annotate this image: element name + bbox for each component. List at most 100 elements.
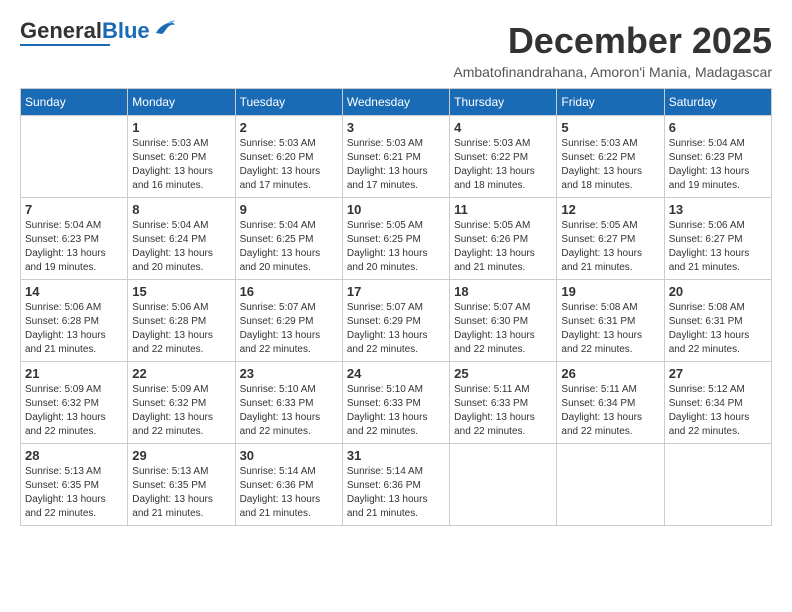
calendar-week-row: 14 Sunrise: 5:06 AM Sunset: 6:28 PM Dayli… bbox=[21, 280, 772, 362]
day-info: Sunrise: 5:05 AM Sunset: 6:27 PM Dayligh… bbox=[561, 219, 659, 275]
day-number: 4 bbox=[454, 120, 552, 135]
day-number: 20 bbox=[669, 284, 767, 299]
calendar-cell bbox=[21, 116, 128, 198]
day-number: 3 bbox=[347, 120, 445, 135]
weekday-header-row: SundayMondayTuesdayWednesdayThursdayFrid… bbox=[21, 89, 772, 116]
weekday-header: Saturday bbox=[664, 89, 771, 116]
calendar-cell: 6Sunrise: 5:04 AM Sunset: 6:23 PM Daylig… bbox=[664, 116, 771, 198]
day-number: 16 bbox=[240, 284, 338, 299]
calendar-cell: 22Sunrise: 5:09 AM Sunset: 6:32 PM Dayli… bbox=[128, 362, 235, 444]
day-info: Sunrise: 5:05 AM Sunset: 6:25 PM Dayligh… bbox=[347, 219, 445, 275]
calendar-week-row: 28 Sunrise: 5:13 AM Sunset: 6:35 PM Dayli… bbox=[21, 444, 772, 526]
day-info: Sunrise: 5:08 AM Sunset: 6:31 PM Dayligh… bbox=[561, 301, 659, 357]
day-info: Sunrise: 5:03 AM Sunset: 6:20 PM Dayligh… bbox=[132, 137, 230, 193]
day-info: Sunrise: 5:14 AM Sunset: 6:36 PM Dayligh… bbox=[347, 465, 445, 521]
day-number: 10 bbox=[347, 202, 445, 217]
day-number: 2 bbox=[240, 120, 338, 135]
calendar-week-row: 1 Sunrise: 5:03 AM Sunset: 6:20 PM Daylig… bbox=[21, 116, 772, 198]
calendar-cell bbox=[664, 444, 771, 526]
day-info: Sunrise: 5:08 AM Sunset: 6:31 PM Dayligh… bbox=[669, 301, 767, 357]
day-info: Sunrise: 5:04 AM Sunset: 6:23 PM Dayligh… bbox=[669, 137, 767, 193]
bird-icon bbox=[154, 19, 176, 37]
weekday-header: Thursday bbox=[450, 89, 557, 116]
calendar-cell bbox=[557, 444, 664, 526]
day-info: Sunrise: 5:12 AM Sunset: 6:34 PM Dayligh… bbox=[669, 383, 767, 439]
title-block: December 2025 Ambatofinandrahana, Amoron… bbox=[453, 20, 772, 80]
day-number: 19 bbox=[561, 284, 659, 299]
day-number: 27 bbox=[669, 366, 767, 381]
logo-text: GeneralBlue bbox=[20, 20, 150, 42]
day-number: 9 bbox=[240, 202, 338, 217]
logo: GeneralBlue bbox=[20, 20, 176, 46]
weekday-header: Tuesday bbox=[235, 89, 342, 116]
day-number: 11 bbox=[454, 202, 552, 217]
calendar-cell: 12Sunrise: 5:05 AM Sunset: 6:27 PM Dayli… bbox=[557, 198, 664, 280]
day-number: 21 bbox=[25, 366, 123, 381]
day-number: 7 bbox=[25, 202, 123, 217]
day-number: 5 bbox=[561, 120, 659, 135]
day-number: 29 bbox=[132, 448, 230, 463]
day-info: Sunrise: 5:09 AM Sunset: 6:32 PM Dayligh… bbox=[132, 383, 230, 439]
day-number: 26 bbox=[561, 366, 659, 381]
day-info: Sunrise: 5:03 AM Sunset: 6:21 PM Dayligh… bbox=[347, 137, 445, 193]
day-info: Sunrise: 5:04 AM Sunset: 6:24 PM Dayligh… bbox=[132, 219, 230, 275]
day-info: Sunrise: 5:11 AM Sunset: 6:33 PM Dayligh… bbox=[454, 383, 552, 439]
day-number: 30 bbox=[240, 448, 338, 463]
day-number: 14 bbox=[25, 284, 123, 299]
calendar-cell: 14Sunrise: 5:06 AM Sunset: 6:28 PM Dayli… bbox=[21, 280, 128, 362]
day-number: 24 bbox=[347, 366, 445, 381]
calendar-cell: 24 Sunrise: 5:10 AM Sunset: 6:33 PM Dayli… bbox=[342, 362, 449, 444]
day-number: 17 bbox=[347, 284, 445, 299]
day-info: Sunrise: 5:07 AM Sunset: 6:29 PM Dayligh… bbox=[347, 301, 445, 357]
calendar-cell: 2 Sunrise: 5:03 AM Sunset: 6:20 PM Daylig… bbox=[235, 116, 342, 198]
day-info: Sunrise: 5:10 AM Sunset: 6:33 PM Dayligh… bbox=[240, 383, 338, 439]
calendar-cell: 13Sunrise: 5:06 AM Sunset: 6:27 PM Dayli… bbox=[664, 198, 771, 280]
calendar-cell: 25Sunrise: 5:11 AM Sunset: 6:33 PM Dayli… bbox=[450, 362, 557, 444]
day-info: Sunrise: 5:05 AM Sunset: 6:26 PM Dayligh… bbox=[454, 219, 552, 275]
calendar-cell: 19 Sunrise: 5:08 AM Sunset: 6:31 PM Dayli… bbox=[557, 280, 664, 362]
page-header: GeneralBlue December 2025 Ambatofinandra… bbox=[20, 20, 772, 80]
day-info: Sunrise: 5:04 AM Sunset: 6:23 PM Dayligh… bbox=[25, 219, 123, 275]
calendar-cell: 28 Sunrise: 5:13 AM Sunset: 6:35 PM Dayli… bbox=[21, 444, 128, 526]
day-number: 1 bbox=[132, 120, 230, 135]
calendar-cell: 1 Sunrise: 5:03 AM Sunset: 6:20 PM Daylig… bbox=[128, 116, 235, 198]
location-subtitle: Ambatofinandrahana, Amoron'i Mania, Mada… bbox=[453, 64, 772, 80]
calendar-cell: 9 Sunrise: 5:04 AM Sunset: 6:25 PM Daylig… bbox=[235, 198, 342, 280]
calendar-cell: 10 Sunrise: 5:05 AM Sunset: 6:25 PM Dayli… bbox=[342, 198, 449, 280]
calendar-cell: 8Sunrise: 5:04 AM Sunset: 6:24 PM Daylig… bbox=[128, 198, 235, 280]
calendar-cell: 15 Sunrise: 5:06 AM Sunset: 6:28 PM Dayli… bbox=[128, 280, 235, 362]
calendar-cell: 5Sunrise: 5:03 AM Sunset: 6:22 PM Daylig… bbox=[557, 116, 664, 198]
day-info: Sunrise: 5:03 AM Sunset: 6:20 PM Dayligh… bbox=[240, 137, 338, 193]
day-number: 15 bbox=[132, 284, 230, 299]
day-info: Sunrise: 5:14 AM Sunset: 6:36 PM Dayligh… bbox=[240, 465, 338, 521]
day-info: Sunrise: 5:07 AM Sunset: 6:30 PM Dayligh… bbox=[454, 301, 552, 357]
day-info: Sunrise: 5:09 AM Sunset: 6:32 PM Dayligh… bbox=[25, 383, 123, 439]
day-info: Sunrise: 5:06 AM Sunset: 6:28 PM Dayligh… bbox=[132, 301, 230, 357]
day-number: 28 bbox=[25, 448, 123, 463]
day-info: Sunrise: 5:10 AM Sunset: 6:33 PM Dayligh… bbox=[347, 383, 445, 439]
weekday-header: Monday bbox=[128, 89, 235, 116]
calendar-cell: 20 Sunrise: 5:08 AM Sunset: 6:31 PM Dayli… bbox=[664, 280, 771, 362]
calendar-week-row: 21 Sunrise: 5:09 AM Sunset: 6:32 PM Dayli… bbox=[21, 362, 772, 444]
day-number: 23 bbox=[240, 366, 338, 381]
day-number: 18 bbox=[454, 284, 552, 299]
calendar-cell: 29 Sunrise: 5:13 AM Sunset: 6:35 PM Dayli… bbox=[128, 444, 235, 526]
logo-blue: Blue bbox=[102, 18, 150, 43]
calendar-cell: 26Sunrise: 5:11 AM Sunset: 6:34 PM Dayli… bbox=[557, 362, 664, 444]
calendar-cell: 17 Sunrise: 5:07 AM Sunset: 6:29 PM Dayli… bbox=[342, 280, 449, 362]
day-info: Sunrise: 5:06 AM Sunset: 6:27 PM Dayligh… bbox=[669, 219, 767, 275]
calendar-table: SundayMondayTuesdayWednesdayThursdayFrid… bbox=[20, 88, 772, 526]
calendar-cell: 21 Sunrise: 5:09 AM Sunset: 6:32 PM Dayli… bbox=[21, 362, 128, 444]
day-info: Sunrise: 5:03 AM Sunset: 6:22 PM Dayligh… bbox=[454, 137, 552, 193]
calendar-cell: 18 Sunrise: 5:07 AM Sunset: 6:30 PM Dayli… bbox=[450, 280, 557, 362]
calendar-cell: 4 Sunrise: 5:03 AM Sunset: 6:22 PM Daylig… bbox=[450, 116, 557, 198]
day-info: Sunrise: 5:13 AM Sunset: 6:35 PM Dayligh… bbox=[132, 465, 230, 521]
logo-general: General bbox=[20, 18, 102, 43]
calendar-cell: 30 Sunrise: 5:14 AM Sunset: 6:36 PM Dayli… bbox=[235, 444, 342, 526]
day-info: Sunrise: 5:13 AM Sunset: 6:35 PM Dayligh… bbox=[25, 465, 123, 521]
calendar-cell bbox=[450, 444, 557, 526]
calendar-cell: 23 Sunrise: 5:10 AM Sunset: 6:33 PM Dayli… bbox=[235, 362, 342, 444]
day-number: 31 bbox=[347, 448, 445, 463]
calendar-cell: 16Sunrise: 5:07 AM Sunset: 6:29 PM Dayli… bbox=[235, 280, 342, 362]
day-info: Sunrise: 5:04 AM Sunset: 6:25 PM Dayligh… bbox=[240, 219, 338, 275]
